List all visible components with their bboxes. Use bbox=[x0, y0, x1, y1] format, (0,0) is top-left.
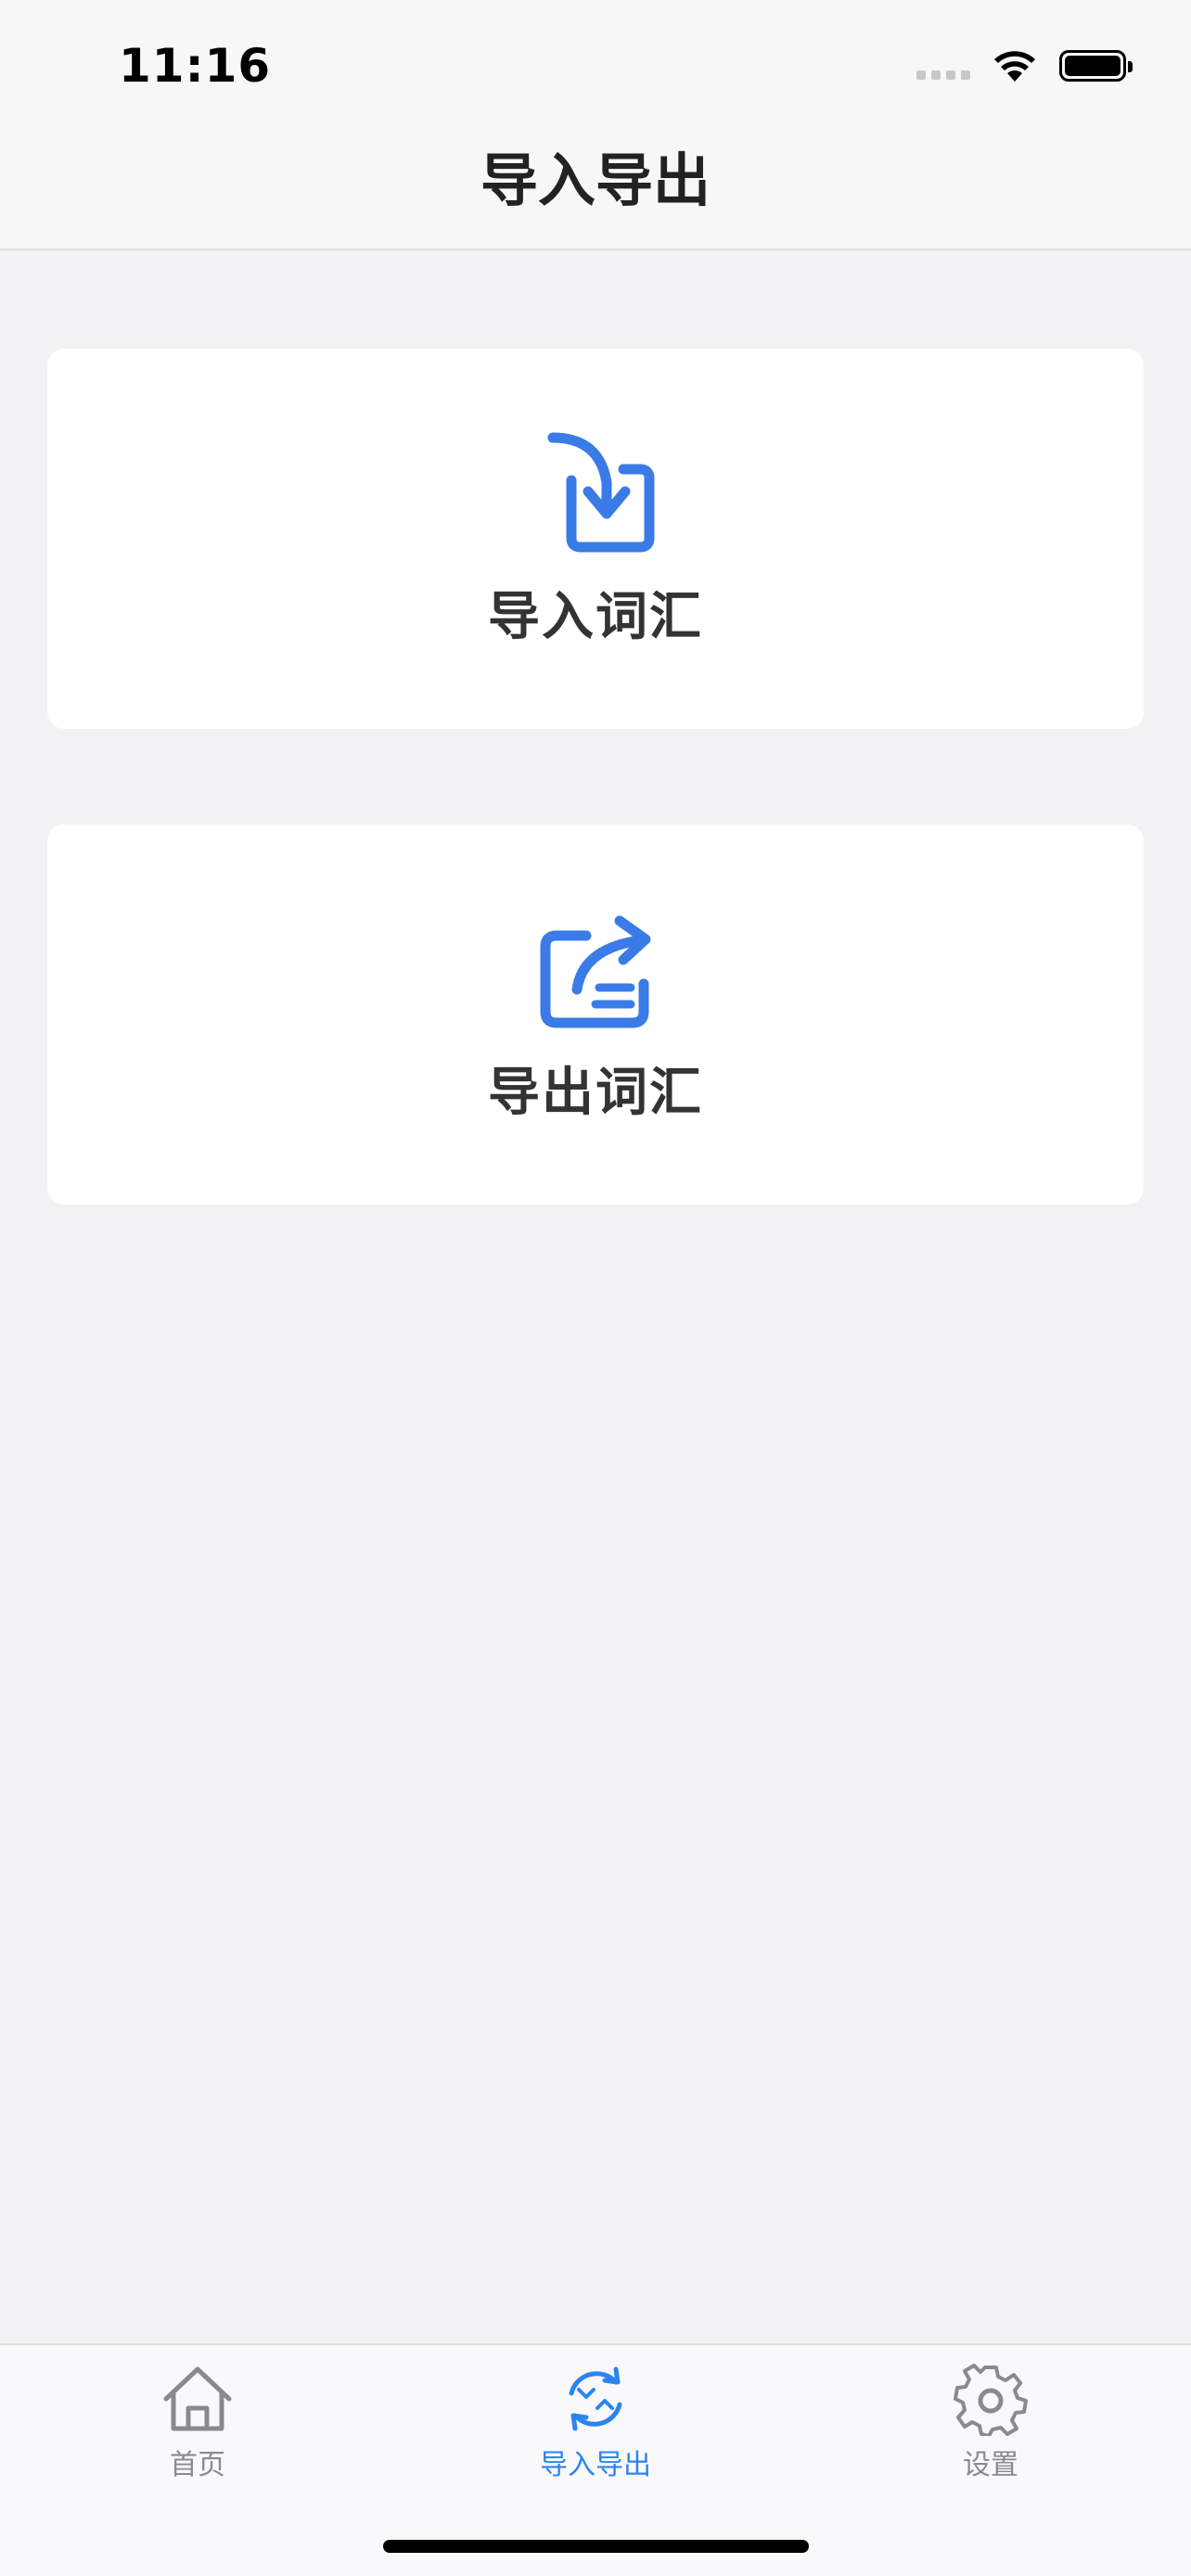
page-title: 导入导出 bbox=[480, 147, 711, 214]
status-bar: 11:16 bbox=[0, 0, 1191, 130]
export-icon bbox=[540, 915, 651, 1028]
status-time: 11:16 bbox=[119, 39, 272, 93]
wifi-icon bbox=[994, 51, 1035, 82]
tab-import-export[interactable]: 导入导出 bbox=[503, 2362, 688, 2482]
sync-icon bbox=[569, 2366, 622, 2431]
export-vocabulary-label: 导出词汇 bbox=[488, 1063, 703, 1123]
gear-icon bbox=[954, 2364, 1028, 2436]
export-vocabulary-button[interactable]: 导出词汇 bbox=[47, 824, 1144, 1205]
tab-import-export-label: 导入导出 bbox=[540, 2449, 651, 2481]
tab-settings[interactable]: 设置 bbox=[898, 2362, 1083, 2482]
status-icons bbox=[916, 48, 1133, 83]
tab-home-label: 首页 bbox=[170, 2449, 225, 2481]
nav-bar: 导入导出 bbox=[0, 130, 1191, 250]
tab-home[interactable]: 首页 bbox=[105, 2362, 290, 2482]
import-icon bbox=[547, 432, 655, 553]
home-icon bbox=[163, 2366, 232, 2431]
signal-icon bbox=[916, 70, 970, 80]
battery-icon bbox=[1059, 50, 1133, 82]
import-vocabulary-label: 导入词汇 bbox=[488, 587, 703, 647]
tab-settings-label: 设置 bbox=[963, 2449, 1018, 2481]
import-vocabulary-button[interactable]: 导入词汇 bbox=[47, 349, 1144, 729]
home-indicator bbox=[383, 2540, 809, 2553]
